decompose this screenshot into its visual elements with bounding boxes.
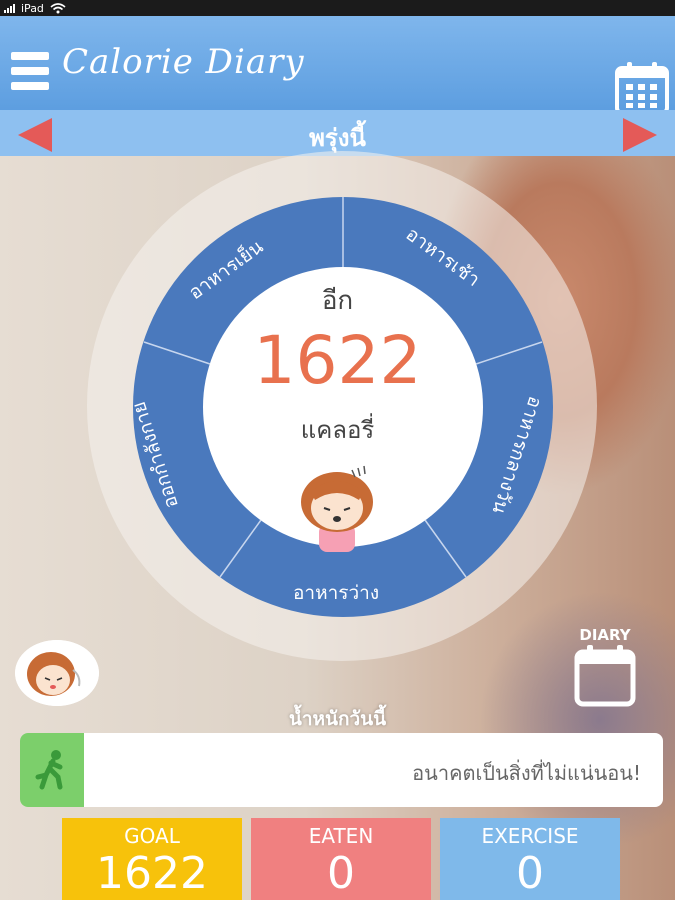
avatar-icon[interactable] bbox=[15, 640, 99, 706]
signal-icon bbox=[4, 3, 15, 13]
today-weight-label[interactable]: น้ำหนักวันนี้ bbox=[0, 704, 675, 734]
diary-calendar-icon bbox=[574, 645, 636, 707]
remaining-label: อีก bbox=[321, 286, 354, 316]
diary-label: DIARY bbox=[579, 626, 631, 644]
date-nav-bar: พรุ่งนี้ bbox=[0, 110, 675, 156]
meal-wheel bbox=[133, 197, 553, 617]
exercise-label: EXERCISE bbox=[481, 824, 579, 848]
mascot-icon bbox=[301, 465, 373, 552]
app-title: Calorie Diary bbox=[62, 42, 305, 82]
segment-snack[interactable]: อาหารว่าง bbox=[293, 578, 379, 608]
hamburger-menu-icon[interactable] bbox=[11, 52, 49, 92]
remaining-calories: 1622 bbox=[253, 322, 422, 399]
message-text: อนาคตเป็นสิ่งที่ไม่แน่นอน! bbox=[412, 761, 641, 785]
status-bar: iPad bbox=[0, 0, 675, 16]
calorie-unit-label: แคลอรี่ bbox=[300, 416, 375, 444]
goal-tile[interactable]: GOAL 1622 bbox=[62, 818, 242, 900]
eaten-label: EATEN bbox=[308, 824, 374, 848]
eaten-value: 0 bbox=[327, 848, 355, 899]
message-box: อนาคตเป็นสิ่งที่ไม่แน่นอน! bbox=[20, 733, 663, 807]
exercise-value: 0 bbox=[516, 848, 544, 899]
wifi-icon bbox=[50, 2, 66, 13]
goal-value: 1622 bbox=[96, 848, 208, 899]
goal-label: GOAL bbox=[124, 824, 180, 848]
exercise-tile[interactable]: EXERCISE 0 bbox=[440, 818, 620, 900]
device-name: iPad bbox=[21, 1, 44, 15]
calendar-icon[interactable] bbox=[614, 60, 670, 116]
diary-button[interactable]: DIARY bbox=[572, 626, 638, 712]
eaten-tile[interactable]: EATEN 0 bbox=[251, 818, 431, 900]
right-arrow-icon[interactable] bbox=[623, 118, 657, 152]
running-icon[interactable] bbox=[20, 733, 84, 807]
app-header: Calorie Diary bbox=[0, 16, 675, 115]
